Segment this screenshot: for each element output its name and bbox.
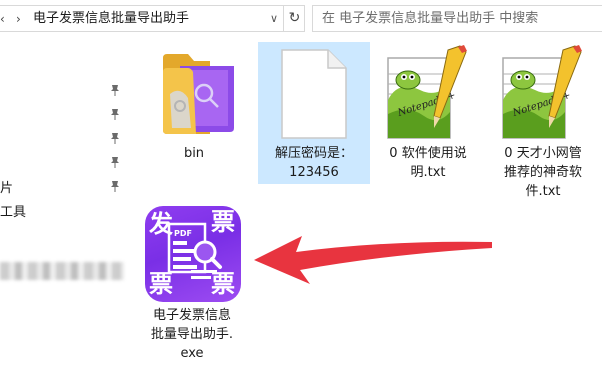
breadcrumb-separator-icon[interactable]: › xyxy=(16,10,28,28)
pin-icon xyxy=(111,133,119,144)
nav-item-pictures[interactable]: 片 xyxy=(0,177,13,196)
file-label: bin xyxy=(183,146,205,161)
invoice-app-icon[interactable]: 发 票 票 票 PDF xyxy=(145,206,241,302)
file-item-password[interactable]: 解压密码是： 123456 xyxy=(258,42,370,184)
chevron-left-icon[interactable]: ‹ xyxy=(0,10,10,28)
blank-file-icon xyxy=(281,49,347,139)
file-label-line-1: 0 天才小网管 xyxy=(504,146,582,161)
navigation-pane: 片 工具 xyxy=(0,38,128,370)
pin-icon xyxy=(111,181,119,192)
pin-icon xyxy=(111,109,119,120)
file-label-line-1: 0 软件使用说 xyxy=(389,146,467,161)
pdf-badge: PDF xyxy=(174,229,192,238)
red-arrow-annotation xyxy=(254,236,492,284)
file-item-bin[interactable]: bin xyxy=(138,40,250,190)
notepad-plus-plus-icon: Notepad++ xyxy=(387,45,467,139)
folder-icon xyxy=(163,54,234,134)
file-label-line-3: exe xyxy=(180,346,204,361)
file-label-line-2: 批量导出助手. xyxy=(150,327,234,342)
breadcrumb-current-folder[interactable]: 电子发票信息批量导出助手 xyxy=(33,9,189,29)
address-toolbar: ‹ › 电子发票信息批量导出助手 ∨ ↻ 在 电子发票信息批量导出助手 中搜索 xyxy=(0,0,602,38)
pin-icon xyxy=(111,85,119,96)
file-label-line-1: 电子发票信息 xyxy=(152,308,231,323)
refresh-icon[interactable]: ↻ xyxy=(283,5,305,32)
file-label-line-2: 123456 xyxy=(289,165,339,180)
file-item-recommend[interactable]: Notepad++ 0 天才小网管 推荐的神奇软 件.txt xyxy=(487,40,599,204)
pin-icon xyxy=(111,157,119,168)
file-label-line-2: 推荐的神奇软 xyxy=(503,165,582,180)
blurred-nav-item[interactable] xyxy=(0,262,124,280)
search-placeholder: 在 电子发票信息批量导出助手 中搜索 xyxy=(322,11,539,26)
search-input[interactable]: 在 电子发票信息批量导出助手 中搜索 xyxy=(312,5,602,32)
nav-item-tools[interactable]: 工具 xyxy=(0,201,26,220)
address-dropdown-icon[interactable]: ∨ xyxy=(265,5,283,32)
pdf-document-icon: PDF xyxy=(167,222,222,279)
file-item-readme[interactable]: Notepad++ 0 软件使用说 明.txt xyxy=(372,40,484,200)
file-label-line-2: 明.txt xyxy=(410,165,446,180)
file-label-line-3: 件.txt xyxy=(525,184,561,199)
file-label-line-1: 解压密码是： xyxy=(274,146,353,161)
notepad-plus-plus-icon: Notepad++ xyxy=(502,45,582,139)
